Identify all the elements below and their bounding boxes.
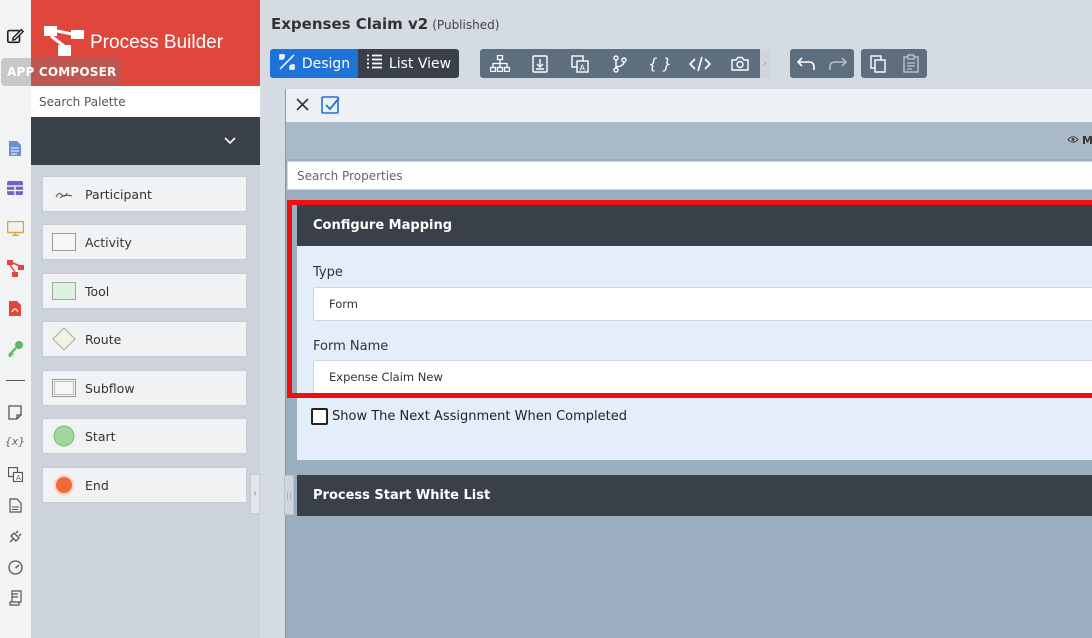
palette-item-label: Tool (85, 283, 110, 299)
note-icon[interactable] (6, 403, 24, 421)
palette-panel: Process Builder Participant Activity Too… (31, 0, 260, 638)
form-name-label: Form Name (313, 339, 389, 354)
properties-resize-handle[interactable]: || (284, 475, 294, 515)
braces-icon[interactable]: { } (640, 49, 680, 78)
type-label: Type (313, 265, 343, 280)
redo-icon[interactable] (822, 49, 854, 78)
configure-mapping-section: Configure Mapping Type Form Form Name Ex… (297, 204, 1092, 460)
rail-divider (6, 380, 25, 381)
svg-text:A: A (16, 474, 21, 482)
translate-icon[interactable]: A (560, 49, 600, 78)
file-icon[interactable] (6, 496, 24, 514)
properties-strip: M (286, 122, 1092, 159)
paste-icon[interactable] (894, 49, 927, 78)
end-icon (52, 475, 76, 495)
palette-category-dropdown[interactable] (31, 117, 260, 165)
subflow-icon (52, 378, 76, 398)
monitor-icon[interactable] (6, 219, 24, 237)
undo-redo-group (790, 49, 854, 78)
branch-icon[interactable] (600, 49, 640, 78)
properties-mode-indicator[interactable]: M (1067, 134, 1092, 147)
pdf-icon[interactable] (6, 299, 24, 317)
design-label: Design (301, 55, 351, 72)
tools-toolbar: A { } (480, 49, 770, 78)
app-composer-badge[interactable]: APP COMPOSER (1, 58, 123, 86)
tool-icon (52, 281, 76, 301)
view-toggle-group: Design List View (270, 49, 459, 78)
design-button[interactable]: Design (270, 49, 358, 78)
palette-item-subflow[interactable]: Subflow (42, 370, 247, 406)
copy-paste-group (861, 49, 927, 78)
undo-icon[interactable] (790, 49, 822, 78)
chevron-down-icon (224, 134, 236, 149)
activity-icon (52, 232, 76, 252)
apply-checkbox-icon[interactable] (321, 95, 341, 119)
search-properties-input[interactable] (287, 161, 1092, 190)
main-area: Expenses Claim v2 (Published) Design List… (260, 0, 1092, 638)
left-rail: {x} A (0, 0, 31, 638)
table-icon[interactable] (6, 179, 24, 197)
svg-text:A: A (580, 63, 586, 72)
process-start-white-list-header[interactable]: Process Start White List (297, 475, 1092, 516)
show-next-assignment-row[interactable]: Show The Next Assignment When Completed (311, 408, 627, 425)
type-select[interactable]: Form (313, 287, 1092, 321)
process-builder-logo-icon (44, 26, 86, 62)
edit-icon[interactable] (6, 27, 24, 45)
scroll-icon[interactable] (6, 589, 24, 607)
close-icon[interactable] (295, 97, 310, 116)
palette-item-label: Start (85, 428, 116, 444)
list-icon (366, 54, 383, 73)
hierarchy-icon[interactable] (6, 259, 24, 277)
palette-collapse-handle[interactable]: ‹ (250, 474, 260, 514)
palette-item-tool[interactable]: Tool (42, 273, 247, 309)
start-icon (52, 425, 76, 447)
show-next-assignment-checkbox[interactable] (311, 408, 328, 425)
palette-item-start[interactable]: Start (42, 418, 247, 454)
copy-icon[interactable] (861, 49, 894, 78)
list-view-label: List View (388, 55, 452, 72)
palette-item-activity[interactable]: Activity (42, 224, 247, 260)
plug-icon[interactable] (6, 527, 24, 545)
page-title: Expenses Claim v2 (Published) (271, 15, 499, 33)
translate-icon[interactable]: A (6, 465, 24, 483)
tree-icon[interactable] (480, 49, 520, 78)
palette-item-participant[interactable]: Participant (42, 176, 247, 212)
toolbar-scroll-right-icon[interactable]: › (760, 49, 770, 78)
status-badge: (Published) (432, 18, 500, 32)
process-builder-title: Process Builder (90, 32, 224, 53)
palette-item-end[interactable]: End (42, 467, 247, 503)
code-icon[interactable] (680, 49, 720, 78)
search-palette-input[interactable] (31, 86, 260, 117)
palette-item-label: End (85, 477, 109, 493)
document-icon[interactable] (6, 139, 24, 157)
properties-action-bar (286, 89, 1092, 122)
import-icon[interactable] (520, 49, 560, 78)
camera-icon[interactable] (720, 49, 760, 78)
palette-item-label: Subflow (85, 380, 135, 396)
palette-item-route[interactable]: Route (42, 321, 247, 357)
properties-panel: M Configure Mapping Type Form Form Name … (284, 89, 1092, 638)
configure-mapping-header[interactable]: Configure Mapping (297, 204, 1092, 246)
palette-item-label: Participant (85, 186, 152, 202)
key-icon[interactable] (6, 339, 24, 357)
process-title: Expenses Claim v2 (271, 15, 429, 33)
palette-item-label: Activity (85, 234, 132, 250)
form-name-select[interactable]: Expense Claim New (313, 360, 1092, 394)
palette-item-label: Route (85, 331, 122, 347)
participant-icon (52, 184, 76, 204)
design-tools-icon (278, 53, 296, 75)
variable-icon[interactable]: {x} (4, 432, 26, 450)
gauge-icon[interactable] (6, 558, 24, 576)
list-view-button[interactable]: List View (358, 49, 459, 78)
eye-slash-icon (1067, 134, 1079, 147)
route-icon (52, 327, 76, 351)
properties-mode-label: M (1082, 134, 1092, 147)
show-next-assignment-label: Show The Next Assignment When Completed (332, 409, 627, 424)
